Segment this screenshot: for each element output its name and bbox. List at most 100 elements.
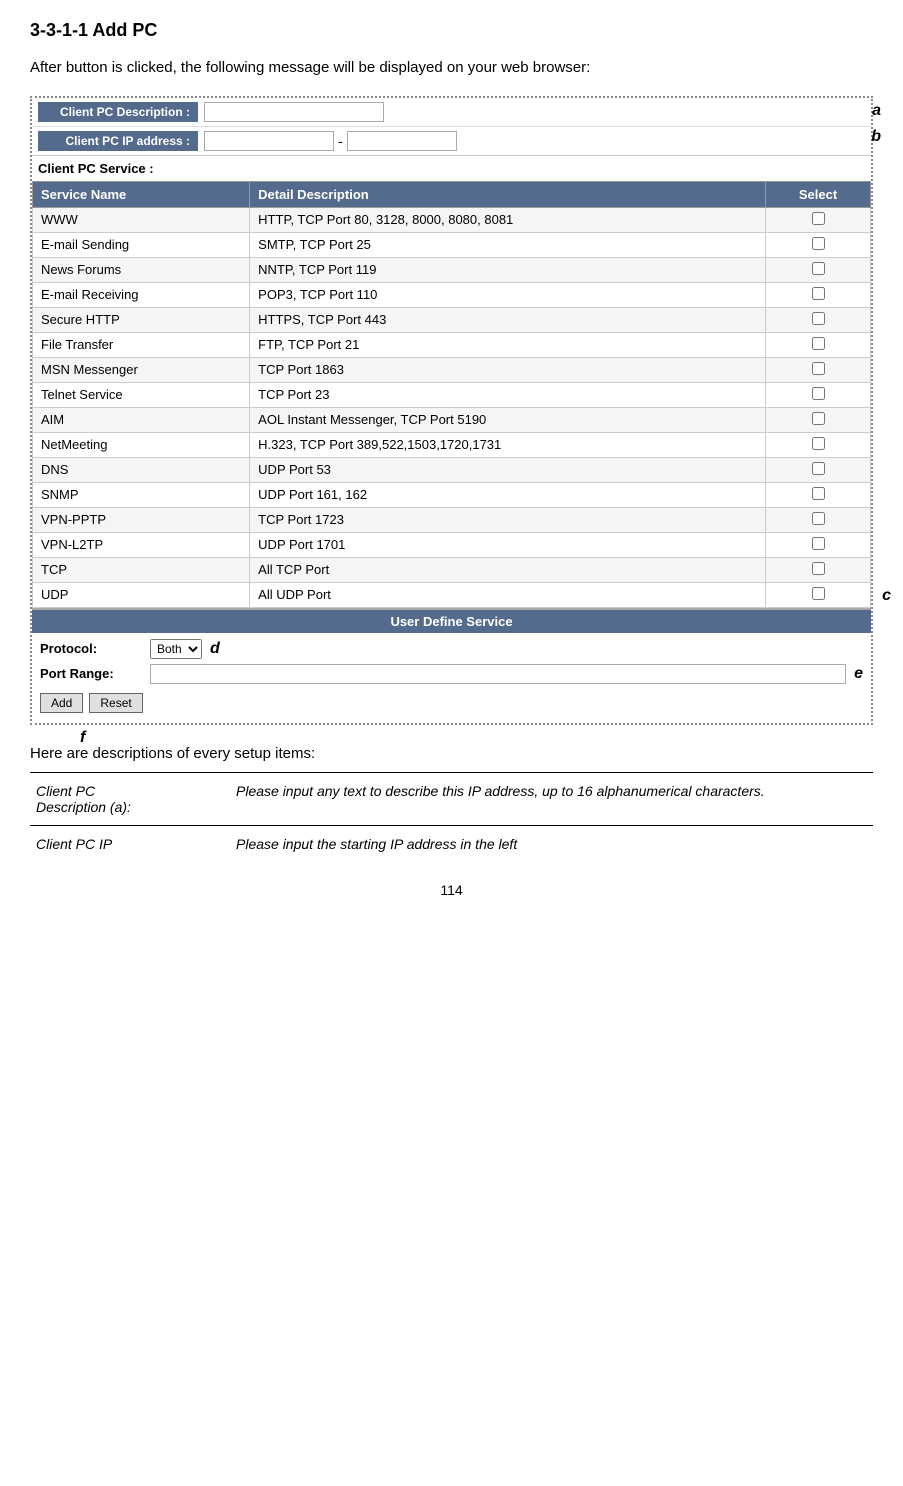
label-b: b xyxy=(871,128,881,146)
table-row: Telnet ServiceTCP Port 23 xyxy=(33,382,871,407)
service-select-cell[interactable] xyxy=(766,207,871,232)
service-detail-cell: HTTPS, TCP Port 443 xyxy=(250,307,766,332)
service-checkbox[interactable] xyxy=(812,562,825,575)
service-select-cell[interactable] xyxy=(766,232,871,257)
desc-row: Client PCDescription (a):Please input an… xyxy=(30,772,873,825)
service-select-cell[interactable] xyxy=(766,407,871,432)
col-detail-description: Detail Description xyxy=(250,181,766,207)
service-name-cell: AIM xyxy=(33,407,250,432)
service-select-cell[interactable] xyxy=(766,557,871,582)
desc-row: Client PC IPPlease input the starting IP… xyxy=(30,825,873,862)
service-select-cell[interactable] xyxy=(766,257,871,282)
service-detail-cell: All TCP Port xyxy=(250,557,766,582)
table-row: UDPAll UDP Port xyxy=(33,582,871,607)
service-checkbox[interactable] xyxy=(812,587,825,600)
page-title: 3-3-1-1 Add PC xyxy=(30,20,873,41)
service-checkbox[interactable] xyxy=(812,512,825,525)
service-select-cell[interactable] xyxy=(766,382,871,407)
table-row: DNSUDP Port 53 xyxy=(33,457,871,482)
service-select-cell[interactable] xyxy=(766,582,871,607)
client-pc-description-label: Client PC Description : xyxy=(38,102,198,122)
client-pc-description-input[interactable] xyxy=(204,102,384,122)
service-select-cell[interactable] xyxy=(766,507,871,532)
service-checkbox[interactable] xyxy=(812,212,825,225)
service-checkbox[interactable] xyxy=(812,237,825,250)
service-select-cell[interactable] xyxy=(766,457,871,482)
service-detail-cell: AOL Instant Messenger, TCP Port 5190 xyxy=(250,407,766,432)
client-pc-ip-row: Client PC IP address : - xyxy=(32,127,871,155)
service-checkbox[interactable] xyxy=(812,262,825,275)
service-checkbox[interactable] xyxy=(812,537,825,550)
service-name-cell: DNS xyxy=(33,457,250,482)
service-name-cell: Secure HTTP xyxy=(33,307,250,332)
service-name-cell: WWW xyxy=(33,207,250,232)
service-checkbox[interactable] xyxy=(812,462,825,475)
service-checkbox[interactable] xyxy=(812,487,825,500)
desc-term: Client PC IP xyxy=(30,825,230,862)
table-row: E-mail SendingSMTP, TCP Port 25 xyxy=(33,232,871,257)
reset-button[interactable]: Reset xyxy=(89,693,142,713)
service-name-cell: UDP xyxy=(33,582,250,607)
service-detail-cell: UDP Port 1701 xyxy=(250,532,766,557)
port-range-input[interactable] xyxy=(150,664,846,684)
service-checkbox[interactable] xyxy=(812,437,825,450)
table-row: NetMeetingH.323, TCP Port 389,522,1503,1… xyxy=(33,432,871,457)
client-pc-ip-end-input[interactable] xyxy=(347,131,457,151)
service-checkbox[interactable] xyxy=(812,312,825,325)
service-select-cell[interactable] xyxy=(766,482,871,507)
service-checkbox[interactable] xyxy=(812,362,825,375)
service-detail-cell: SMTP, TCP Port 25 xyxy=(250,232,766,257)
col-service-name: Service Name xyxy=(33,181,250,207)
client-pc-ip-start-input[interactable] xyxy=(204,131,334,151)
port-range-row: Port Range: e xyxy=(40,664,863,684)
service-detail-cell: TCP Port 23 xyxy=(250,382,766,407)
table-row: SNMPUDP Port 161, 162 xyxy=(33,482,871,507)
service-detail-cell: TCP Port 1723 xyxy=(250,507,766,532)
service-select-cell[interactable] xyxy=(766,332,871,357)
service-name-cell: E-mail Receiving xyxy=(33,282,250,307)
table-row: MSN MessengerTCP Port 1863 xyxy=(33,357,871,382)
user-define-section: User Define Service Protocol: BothTCPUDP… xyxy=(32,608,871,723)
service-name-cell: NetMeeting xyxy=(33,432,250,457)
table-row: VPN-PPTPTCP Port 1723 xyxy=(33,507,871,532)
service-checkbox[interactable] xyxy=(812,337,825,350)
service-name-cell: SNMP xyxy=(33,482,250,507)
client-pc-description-row: Client PC Description : xyxy=(32,98,871,127)
descriptions-table: Client PCDescription (a):Please input an… xyxy=(30,772,873,862)
table-row: File TransferFTP, TCP Port 21 xyxy=(33,332,871,357)
protocol-row: Protocol: BothTCPUDP d xyxy=(40,639,863,659)
service-name-cell: MSN Messenger xyxy=(33,357,250,382)
ip-dash: - xyxy=(338,133,343,149)
service-checkbox[interactable] xyxy=(812,287,825,300)
descriptions-intro: Here are descriptions of every setup ite… xyxy=(30,745,873,762)
label-e: e xyxy=(854,665,863,683)
service-name-cell: VPN-L2TP xyxy=(33,532,250,557)
service-select-cell[interactable] xyxy=(766,532,871,557)
service-select-cell[interactable] xyxy=(766,357,871,382)
table-row: WWWHTTP, TCP Port 80, 3128, 8000, 8080, … xyxy=(33,207,871,232)
service-detail-cell: UDP Port 161, 162 xyxy=(250,482,766,507)
service-detail-cell: H.323, TCP Port 389,522,1503,1720,1731 xyxy=(250,432,766,457)
service-detail-cell: UDP Port 53 xyxy=(250,457,766,482)
table-row: VPN-L2TPUDP Port 1701 xyxy=(33,532,871,557)
protocol-select[interactable]: BothTCPUDP xyxy=(150,639,202,659)
service-detail-cell: NNTP, TCP Port 119 xyxy=(250,257,766,282)
protocol-label: Protocol: xyxy=(40,641,150,656)
port-range-label: Port Range: xyxy=(40,666,150,681)
service-name-cell: File Transfer xyxy=(33,332,250,357)
service-detail-cell: POP3, TCP Port 110 xyxy=(250,282,766,307)
service-checkbox[interactable] xyxy=(812,387,825,400)
service-checkbox[interactable] xyxy=(812,412,825,425)
client-pc-ip-label: Client PC IP address : xyxy=(38,131,198,151)
service-select-cell[interactable] xyxy=(766,307,871,332)
intro-text: After button is clicked, the following m… xyxy=(30,57,873,80)
service-select-cell[interactable] xyxy=(766,282,871,307)
desc-definition: Please input any text to describe this I… xyxy=(230,772,873,825)
add-button[interactable]: Add xyxy=(40,693,83,713)
service-name-cell: Telnet Service xyxy=(33,382,250,407)
service-name-cell: News Forums xyxy=(33,257,250,282)
table-row: News ForumsNNTP, TCP Port 119 xyxy=(33,257,871,282)
service-select-cell[interactable] xyxy=(766,432,871,457)
table-row: E-mail ReceivingPOP3, TCP Port 110 xyxy=(33,282,871,307)
label-f: f xyxy=(80,729,85,747)
